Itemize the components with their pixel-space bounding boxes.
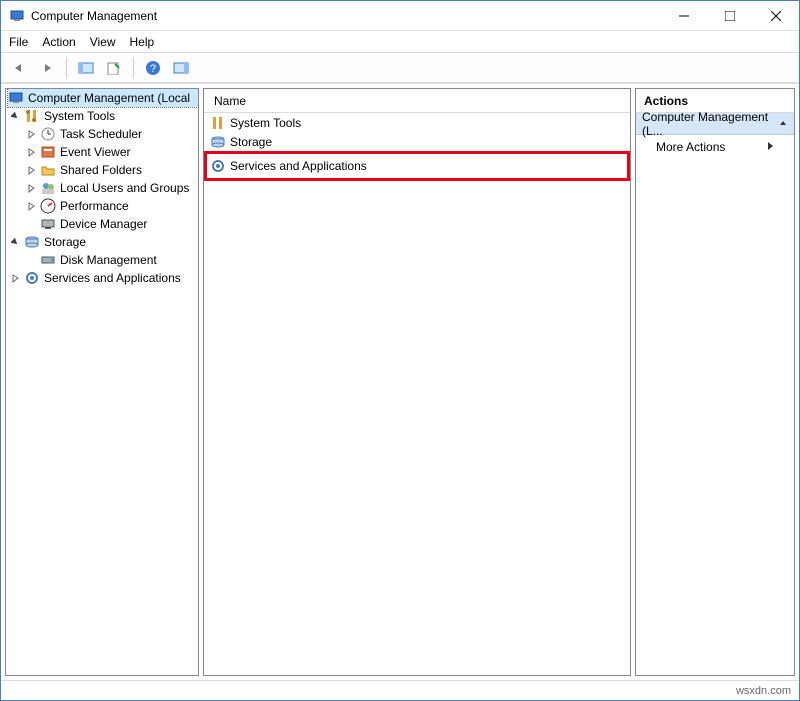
list-pane[interactable]: Name System Tools Storage	[203, 88, 631, 676]
tree-task-scheduler-label: Task Scheduler	[58, 127, 144, 141]
services-icon	[210, 158, 226, 174]
clock-icon	[40, 126, 56, 142]
tree-pane[interactable]: Computer Management (Local System Tools	[5, 88, 199, 676]
tree-task-scheduler[interactable]: Task Scheduler	[8, 125, 198, 143]
expand-icon[interactable]	[24, 145, 38, 159]
properties-button[interactable]	[102, 56, 126, 80]
expand-icon[interactable]	[24, 163, 38, 177]
minimize-button[interactable]	[661, 1, 707, 30]
submenu-arrow-icon	[766, 140, 774, 154]
expand-icon[interactable]	[8, 271, 22, 285]
expand-icon[interactable]	[24, 181, 38, 195]
app-icon	[9, 8, 25, 24]
tree-local-users[interactable]: Local Users and Groups	[8, 179, 198, 197]
forward-button[interactable]	[35, 56, 59, 80]
tree-device-manager-label: Device Manager	[58, 217, 149, 231]
actions-more-actions[interactable]: More Actions	[636, 135, 794, 159]
actions-section-header[interactable]: Computer Management (L...	[636, 113, 794, 135]
system-tools-icon	[210, 115, 226, 131]
tree-shared-folders-label: Shared Folders	[58, 163, 144, 177]
toolbar-separator	[133, 58, 134, 78]
actions-section-label: Computer Management (L...	[642, 110, 778, 138]
tree-storage[interactable]: Storage	[8, 233, 198, 251]
content-area: Computer Management (Local System Tools	[1, 83, 799, 680]
tree-disk-management-label: Disk Management	[58, 253, 159, 267]
computer-management-window: Computer Management File Action View Hel…	[0, 0, 800, 701]
list-item-label: System Tools	[230, 116, 301, 130]
tree-system-tools-label: System Tools	[42, 109, 117, 123]
menu-file[interactable]: File	[9, 35, 28, 49]
tree-shared-folders[interactable]: Shared Folders	[8, 161, 198, 179]
tree-event-viewer-label: Event Viewer	[58, 145, 132, 159]
shared-folders-icon	[40, 162, 56, 178]
collapse-icon[interactable]	[8, 109, 22, 123]
tree-local-users-label: Local Users and Groups	[58, 181, 191, 195]
close-button[interactable]	[753, 1, 799, 30]
expand-icon[interactable]	[24, 127, 38, 141]
tree-services-apps[interactable]: Services and Applications	[8, 269, 198, 287]
services-icon	[24, 270, 40, 286]
titlebar: Computer Management	[1, 1, 799, 31]
storage-icon	[24, 234, 40, 250]
show-hide-tree-button[interactable]	[74, 56, 98, 80]
event-viewer-icon	[40, 144, 56, 160]
list-column-name[interactable]: Name	[204, 89, 630, 113]
list-body: System Tools Storage Services and Applic…	[204, 113, 630, 675]
computer-management-icon	[8, 90, 24, 106]
tree-performance-label: Performance	[58, 199, 131, 213]
storage-icon	[210, 134, 226, 150]
menu-action[interactable]: Action	[42, 35, 75, 49]
show-hide-action-pane-button[interactable]	[169, 56, 193, 80]
tree-device-manager[interactable]: Device Manager	[8, 215, 198, 233]
help-button[interactable]: ?	[141, 56, 165, 80]
performance-icon	[40, 198, 56, 214]
toolbar: ?	[1, 53, 799, 83]
tree-root-label: Computer Management (Local	[26, 91, 192, 105]
list-item-storage[interactable]: Storage	[204, 132, 630, 151]
menu-help[interactable]: Help	[130, 35, 155, 49]
tree-storage-label: Storage	[42, 235, 88, 249]
system-tools-icon	[24, 108, 40, 124]
menubar: File Action View Help	[1, 31, 799, 53]
tree-services-apps-label: Services and Applications	[42, 271, 183, 285]
actions-more-label: More Actions	[656, 140, 725, 154]
list-item-label: Storage	[230, 135, 272, 149]
toolbar-separator	[66, 58, 67, 78]
svg-text:?: ?	[150, 63, 156, 75]
back-button[interactable]	[7, 56, 31, 80]
tree-performance[interactable]: Performance	[8, 197, 198, 215]
users-icon	[40, 180, 56, 196]
window-title: Computer Management	[31, 9, 661, 23]
tree-event-viewer[interactable]: Event Viewer	[8, 143, 198, 161]
status-source: wsxdn.com	[736, 685, 791, 697]
window-controls	[661, 1, 799, 30]
maximize-button[interactable]	[707, 1, 753, 30]
tree-root[interactable]: Computer Management (Local	[8, 89, 198, 107]
tree-system-tools[interactable]: System Tools	[8, 107, 198, 125]
collapse-icon[interactable]	[8, 235, 22, 249]
menu-view[interactable]: View	[90, 35, 116, 49]
list-item-system-tools[interactable]: System Tools	[204, 113, 630, 132]
navigation-tree: Computer Management (Local System Tools	[6, 89, 198, 287]
device-manager-icon	[40, 216, 56, 232]
statusbar: wsxdn.com	[1, 680, 799, 700]
list-item-services-apps-highlighted[interactable]: Services and Applications	[204, 151, 630, 181]
disk-management-icon	[40, 252, 56, 268]
actions-pane: Actions Computer Management (L... More A…	[635, 88, 795, 676]
list-item-label: Services and Applications	[230, 159, 367, 173]
tree-disk-management[interactable]: Disk Management	[8, 251, 198, 269]
collapse-arrow-icon	[778, 117, 788, 131]
expand-icon[interactable]	[24, 199, 38, 213]
